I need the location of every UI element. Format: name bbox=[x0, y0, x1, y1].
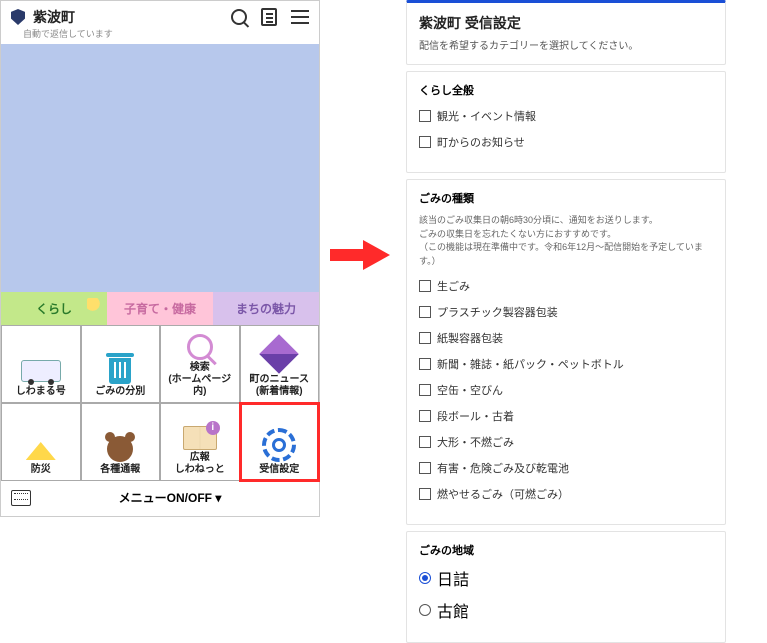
checkbox-icon bbox=[419, 384, 431, 396]
bear-icon bbox=[107, 436, 133, 462]
checkbox-ogata[interactable]: 大形・不燃ごみ bbox=[419, 434, 713, 450]
menu-label: 各種通報 bbox=[100, 464, 140, 476]
menu-grid: しわまる号 ごみの分別 検索 (ホームページ内) 町のニュース (新着情報) 防… bbox=[1, 325, 319, 481]
checkbox-kami[interactable]: 紙製容器包装 bbox=[419, 330, 713, 346]
menu-tsuho[interactable]: 各種通報 bbox=[81, 403, 161, 481]
menu-label: 受信設定 bbox=[259, 464, 299, 476]
trash-icon bbox=[109, 358, 131, 384]
checkbox-label: 紙製容器包装 bbox=[437, 330, 503, 346]
checkbox-namagomi[interactable]: 生ごみ bbox=[419, 278, 713, 294]
tab-kurashi[interactable]: くらし bbox=[1, 292, 107, 325]
checkbox-kanko[interactable]: 観光・イベント情報 bbox=[419, 108, 713, 124]
checkbox-icon bbox=[419, 332, 431, 344]
app-subtitle: 自動で返信しています bbox=[23, 27, 319, 40]
arrow-right bbox=[320, 240, 400, 270]
book-icon bbox=[183, 426, 217, 450]
menu-shiwamaru[interactable]: しわまる号 bbox=[1, 325, 81, 403]
menu-label: ごみの分別 bbox=[95, 386, 145, 398]
checkbox-label: 町からのお知らせ bbox=[437, 134, 525, 150]
tab-kosodate[interactable]: 子育て・健康 bbox=[107, 292, 213, 325]
note-line: 該当のごみ収集日の朝6時30分頃に、通知をお送りします。 bbox=[419, 214, 713, 228]
checkbox-label: 有害・危険ごみ及び乾電池 bbox=[437, 460, 569, 476]
radio-hizume[interactable]: 日詰 bbox=[419, 566, 713, 590]
menu-gomi[interactable]: ごみの分別 bbox=[81, 325, 161, 403]
category-tabs: くらし 子育て・健康 まちの魅力 bbox=[1, 292, 319, 325]
section-gomi-chiiki: ごみの地域 日詰 古館 bbox=[406, 531, 726, 643]
hamburger-icon[interactable] bbox=[291, 16, 309, 18]
phone-app: 紫波町 自動で返信しています くらし 子育て・健康 まちの魅力 しわまる号 ごみ… bbox=[0, 0, 320, 517]
checkbox-label: 空缶・空びん bbox=[437, 382, 503, 398]
menu-label: 町のニュース (新着情報) bbox=[250, 374, 310, 398]
section-kurashi-general: くらし全般 観光・イベント情報 町からのお知らせ bbox=[406, 71, 726, 173]
section-gomi-type: ごみの種類 該当のごみ収集日の朝6時30分頃に、通知をお送りします。 ごみの収集… bbox=[406, 179, 726, 525]
section-title: ごみの種類 bbox=[419, 190, 713, 206]
radio-icon bbox=[419, 572, 431, 584]
hero-area bbox=[1, 44, 319, 292]
checkbox-icon bbox=[419, 136, 431, 148]
radio-icon bbox=[419, 604, 431, 616]
menu-jushin-settei[interactable]: 受信設定 bbox=[240, 403, 320, 481]
radio-label: 日詰 bbox=[437, 566, 469, 590]
arrow-icon bbox=[330, 240, 390, 270]
radio-kotate[interactable]: 古館 bbox=[419, 598, 713, 622]
checkbox-label: 大形・不燃ごみ bbox=[437, 434, 514, 450]
menu-label: 防災 bbox=[31, 464, 51, 476]
checkbox-moyaseru[interactable]: 燃やせるごみ（可燃ごみ） bbox=[419, 486, 713, 502]
section-note: 該当のごみ収集日の朝6時30分頃に、通知をお送りします。 ごみの収集日を忘れたく… bbox=[419, 214, 713, 268]
settings-panel: 紫波町 受信設定 配信を希望するカテゴリーを選択してください。 くらし全般 観光… bbox=[406, 0, 726, 643]
bus-icon bbox=[21, 360, 61, 382]
checkbox-label: 新聞・雑誌・紙パック・ペットボトル bbox=[437, 356, 624, 372]
diamond-icon bbox=[259, 334, 299, 374]
checkbox-icon bbox=[419, 358, 431, 370]
section-title: くらし全般 bbox=[419, 82, 713, 98]
menu-news[interactable]: 町のニュース (新着情報) bbox=[240, 325, 320, 403]
settings-title: 紫波町 受信設定 bbox=[419, 13, 713, 33]
menu-search[interactable]: 検索 (ホームページ内) bbox=[160, 325, 240, 403]
checkbox-icon bbox=[419, 410, 431, 422]
section-title: ごみの地域 bbox=[419, 542, 713, 558]
checkbox-icon bbox=[419, 462, 431, 474]
note-line: ごみの収集日を忘れたくない方におすすめです。 bbox=[419, 228, 713, 242]
checkbox-icon bbox=[419, 436, 431, 448]
checkbox-icon bbox=[419, 306, 431, 318]
shield-icon bbox=[11, 9, 25, 25]
search-icon[interactable] bbox=[231, 9, 247, 25]
phone-footer: メニューON/OFF ▾ bbox=[1, 481, 319, 516]
app-title: 紫波町 bbox=[33, 7, 75, 27]
tab-machi[interactable]: まちの魅力 bbox=[213, 292, 319, 325]
checkbox-icon bbox=[419, 280, 431, 292]
checkbox-icon bbox=[419, 110, 431, 122]
checkbox-label: 段ボール・古着 bbox=[437, 408, 514, 424]
note-line: （この機能は現在準備中です。令和6年12月〜配信開始を予定しています。） bbox=[419, 241, 713, 268]
checkbox-plastic[interactable]: プラスチック製容器包装 bbox=[419, 304, 713, 320]
phone-header: 紫波町 bbox=[1, 1, 319, 29]
keyboard-icon[interactable] bbox=[11, 490, 31, 506]
menu-toggle[interactable]: メニューON/OFF ▾ bbox=[119, 489, 222, 506]
settings-subtitle: 配信を希望するカテゴリーを選択してください。 bbox=[419, 37, 713, 52]
settings-header-card: 紫波町 受信設定 配信を希望するカテゴリーを選択してください。 bbox=[406, 0, 726, 65]
checkbox-label: 観光・イベント情報 bbox=[437, 108, 536, 124]
gear-icon bbox=[262, 428, 296, 462]
list-icon[interactable] bbox=[261, 8, 277, 26]
menu-label: 検索 (ホームページ内) bbox=[163, 362, 237, 398]
checkbox-kan[interactable]: 空缶・空びん bbox=[419, 382, 713, 398]
checkbox-shinbun[interactable]: 新聞・雑誌・紙パック・ペットボトル bbox=[419, 356, 713, 372]
menu-label: 広報 しわねっと bbox=[175, 452, 225, 476]
magnifier-icon bbox=[187, 334, 213, 360]
checkbox-yugai[interactable]: 有害・危険ごみ及び乾電池 bbox=[419, 460, 713, 476]
checkbox-icon bbox=[419, 488, 431, 500]
checkbox-label: 生ごみ bbox=[437, 278, 470, 294]
helmet-icon bbox=[26, 442, 56, 460]
checkbox-label: 燃やせるごみ（可燃ごみ） bbox=[437, 486, 569, 502]
radio-label: 古館 bbox=[437, 598, 469, 622]
menu-koho[interactable]: 広報 しわねっと bbox=[160, 403, 240, 481]
menu-label: しわまる号 bbox=[16, 386, 66, 398]
checkbox-oshirase[interactable]: 町からのお知らせ bbox=[419, 134, 713, 150]
checkbox-label: プラスチック製容器包装 bbox=[437, 304, 558, 320]
checkbox-danboru[interactable]: 段ボール・古着 bbox=[419, 408, 713, 424]
menu-bosai[interactable]: 防災 bbox=[1, 403, 81, 481]
